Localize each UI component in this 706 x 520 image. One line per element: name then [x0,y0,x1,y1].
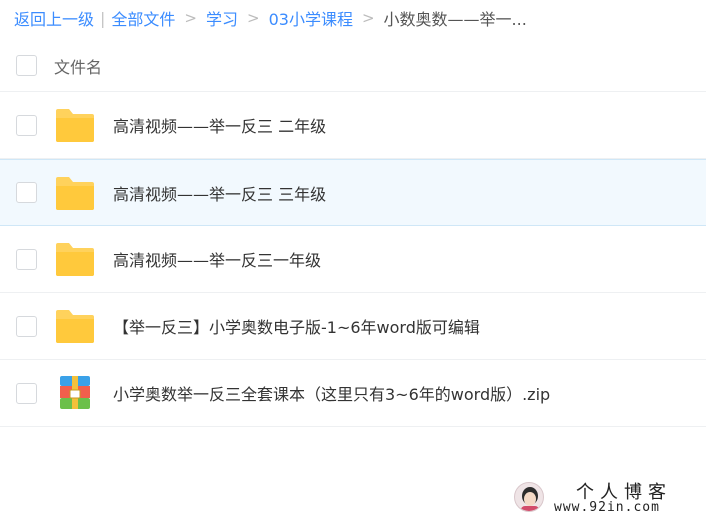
file-checkbox[interactable] [16,315,37,337]
column-header-filename[interactable]: 文件名 [54,54,102,78]
avatar [514,482,544,512]
file-row[interactable]: 小学奥数举一反三全套课本（这里只有3~6年的word版）.zip [0,360,706,427]
folder-icon [56,109,94,142]
file-name[interactable]: 高清视频——举一反三 三年级 [113,181,326,205]
breadcrumb-chevron-icon: > [247,9,260,27]
breadcrumb-study-link[interactable]: 学习 [206,6,238,30]
breadcrumb: 返回上一级 | 全部文件 > 学习 > 03小学课程 > 小数奥数——举一... [14,6,527,30]
zip-archive-icon [60,376,90,409]
file-list: 高清视频——举一反三 二年级 高清视频——举一反三 三年级 高清视频——举一反三… [0,92,706,427]
file-row[interactable]: 高清视频——举一反三一年级 [0,226,706,293]
breadcrumb-current: 小数奥数——举一... [383,10,527,29]
file-checkbox[interactable] [16,382,37,404]
file-list-header: 文件名 [0,40,706,92]
watermark: 个人博客 www.92in.com [512,478,702,518]
file-name[interactable]: 【举一反三】小学奥数电子版-1~6年word版可编辑 [113,314,480,338]
file-row[interactable]: 高清视频——举一反三 二年级 [0,92,706,159]
select-all-checkbox[interactable] [16,55,37,76]
folder-icon [56,310,94,343]
breadcrumb-primary-courses-link[interactable]: 03小学课程 [269,6,353,30]
watermark-url: www.92in.com [554,500,660,515]
breadcrumb-divider: | [100,8,106,28]
breadcrumb-chevron-icon: > [184,9,197,27]
file-name[interactable]: 小学奥数举一反三全套课本（这里只有3~6年的word版）.zip [113,381,550,405]
breadcrumb-chevron-icon: > [361,9,375,27]
breadcrumb-all-files-link[interactable]: 全部文件 [111,6,175,30]
folder-icon [56,176,94,210]
file-checkbox[interactable] [16,248,37,270]
breadcrumb-back-link[interactable]: 返回上一级 [14,6,94,30]
file-checkbox[interactable] [16,114,37,136]
folder-icon [56,243,94,276]
file-name[interactable]: 高清视频——举一反三 二年级 [113,113,326,137]
file-checkbox[interactable] [16,182,37,203]
file-row[interactable]: 高清视频——举一反三 三年级 [0,159,706,226]
file-name[interactable]: 高清视频——举一反三一年级 [113,247,321,271]
file-row[interactable]: 【举一反三】小学奥数电子版-1~6年word版可编辑 [0,293,706,360]
